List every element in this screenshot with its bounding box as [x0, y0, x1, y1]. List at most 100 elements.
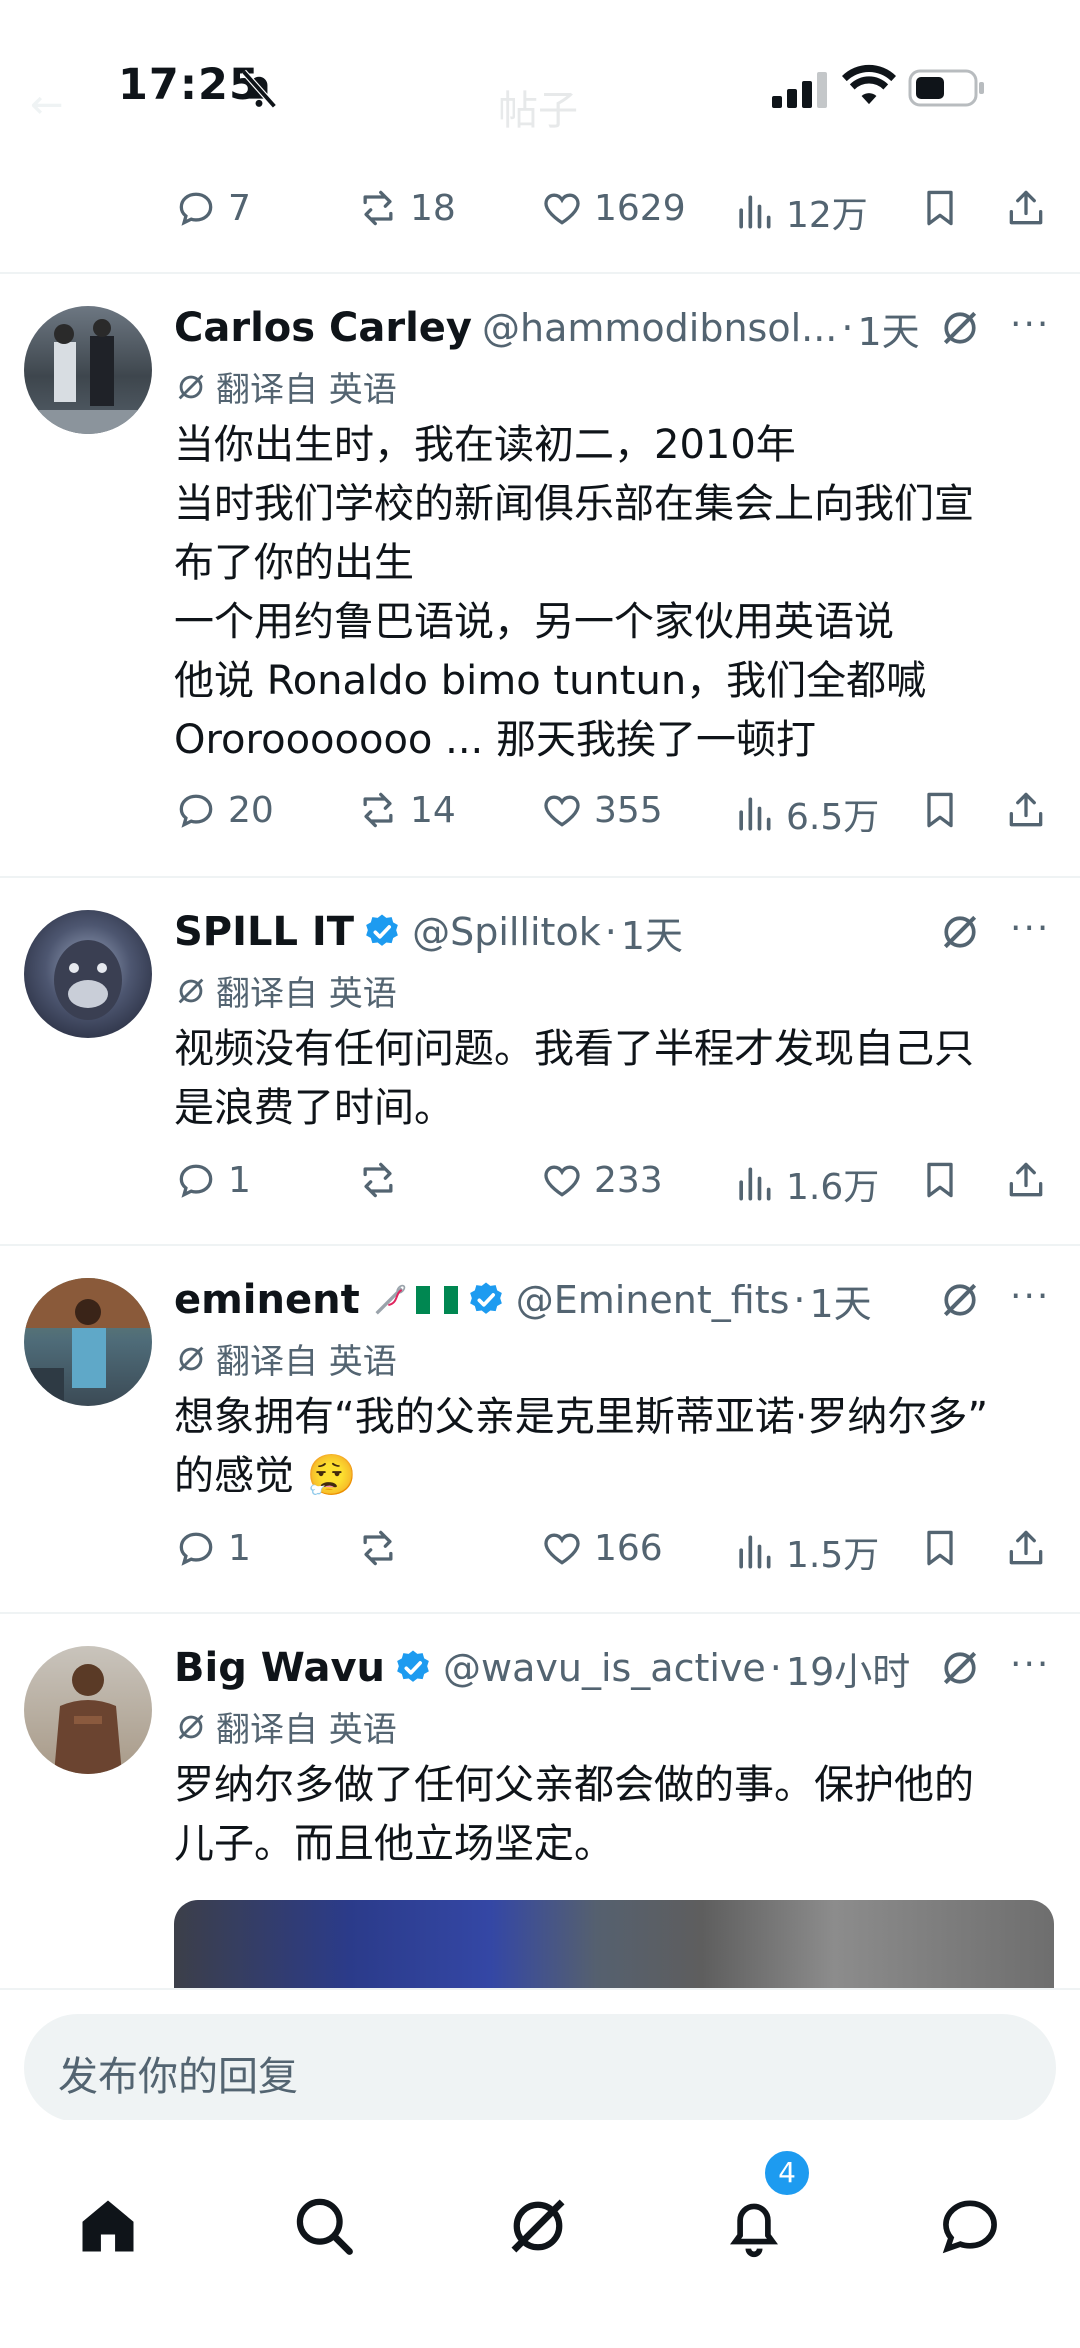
display-name[interactable]: SPILL IT: [174, 909, 354, 955]
user-handle[interactable]: @wavu_is_active: [443, 1646, 766, 1690]
bookmark-button[interactable]: [918, 1526, 962, 1570]
reply-placeholder: 发布你的回复: [58, 2054, 298, 2100]
messages-icon[interactable]: [936, 2192, 1004, 2260]
tweet-line: 罗纳尔多做了任何父亲都会做的事。保护他的: [174, 1762, 974, 1808]
translation-label: 翻译自 英语: [174, 362, 397, 411]
translation-text: 翻译自 英语: [216, 370, 397, 410]
tweet-line: 当时我们学校的新闻俱乐部在集会上向我们宣: [174, 481, 974, 527]
tweet-spill-it[interactable]: SPILL IT @Spillitok · 1天 ··· 翻译自 英语 视频没有…: [0, 904, 1080, 1234]
share-button[interactable]: [1004, 788, 1048, 832]
reply-button[interactable]: 20: [174, 788, 274, 832]
grok-icon[interactable]: [938, 910, 982, 954]
reply-icon: [179, 1164, 213, 1198]
back-arrow-icon[interactable]: ←: [30, 82, 64, 128]
tweet-header: eminent @Eminent_fits · 1天: [174, 1272, 872, 1328]
user-handle[interactable]: @hammodibnsol...: [482, 306, 837, 350]
share-button[interactable]: [1004, 1158, 1048, 1202]
reply-composer: 发布你的回复: [0, 1988, 1080, 2122]
reply-button[interactable]: 7: [174, 186, 251, 230]
notifications-bell-icon[interactable]: [720, 2192, 788, 2260]
bookmark-button[interactable]: [918, 1158, 962, 1202]
tweet-carlos-carley[interactable]: Carlos Carley @hammodibnsol... · 1天 ··· …: [0, 300, 1080, 860]
avatar[interactable]: [24, 306, 152, 434]
views-button[interactable]: 12万: [732, 186, 868, 238]
tweet-line: 视频没有任何问题。我看了半程才发现自己只: [174, 1026, 974, 1072]
views-count: 1.5万: [786, 1535, 880, 1576]
more-options-icon[interactable]: ···: [1010, 1644, 1050, 1685]
repost-button[interactable]: [356, 1158, 400, 1202]
reply-count: 7: [228, 187, 251, 229]
more-options-icon[interactable]: ···: [1010, 304, 1050, 345]
tweet-line: 当你出生时，我在读初二，2010年: [174, 422, 796, 468]
verified-badge-icon: [469, 1282, 502, 1314]
bottom-nav: [0, 2120, 1080, 2348]
views-button[interactable]: 1.6万: [732, 1158, 879, 1210]
repost-icon: [363, 792, 393, 828]
repost-icon: [363, 1162, 393, 1198]
more-options-icon[interactable]: ···: [1010, 1276, 1050, 1317]
display-name[interactable]: Big Wavu: [174, 1645, 385, 1691]
repost-icon: [363, 190, 393, 226]
translation-text: 翻译自 英语: [216, 1342, 397, 1382]
like-button[interactable]: 1629: [540, 186, 686, 230]
separator-dot: ·: [793, 1278, 806, 1322]
share-icon: [1009, 190, 1043, 225]
search-icon[interactable]: [290, 2192, 358, 2260]
user-handle[interactable]: @Eminent_fits: [516, 1278, 790, 1322]
reply-input[interactable]: 发布你的回复: [24, 2014, 1056, 2122]
notifications-badge: 4: [762, 2148, 812, 2198]
bookmark-icon: [927, 190, 953, 226]
grok-icon[interactable]: [938, 306, 982, 350]
reply-count: 20: [228, 789, 274, 831]
avatar[interactable]: [24, 1646, 152, 1774]
display-name[interactable]: eminent: [174, 1277, 360, 1323]
tweet-line: 一个用约鲁巴语说，另一个家伙用英语说: [174, 599, 894, 645]
translate-icon: [178, 1346, 204, 1371]
views-chart-icon: [739, 195, 771, 229]
user-handle[interactable]: @Spillitok: [412, 910, 601, 954]
grok-icon[interactable]: [938, 1278, 982, 1322]
tweet-text: 当你出生时，我在读初二，2010年 当时我们学校的新闻俱乐部在集会上向我们宣 布…: [174, 416, 1044, 770]
bell-muted-icon: [241, 69, 277, 109]
like-button[interactable]: 233: [540, 1158, 663, 1202]
grok-icon[interactable]: [938, 1646, 982, 1690]
like-button[interactable]: 166: [540, 1526, 663, 1570]
tweet-line: 布了你的出生: [174, 540, 414, 586]
timestamp[interactable]: 1天: [810, 1273, 872, 1328]
share-icon: [1009, 1530, 1043, 1565]
bookmark-icon: [927, 1162, 953, 1198]
display-name[interactable]: Carlos Carley: [174, 305, 472, 351]
like-count: 355: [594, 789, 663, 831]
views-count: 1.6万: [786, 1167, 880, 1208]
views-button[interactable]: 1.5万: [732, 1526, 879, 1578]
tweet-line: 是浪费了时间。: [174, 1085, 454, 1131]
reply-button[interactable]: 1: [174, 1526, 251, 1570]
bookmark-button[interactable]: [918, 788, 962, 832]
share-button[interactable]: [1004, 1526, 1048, 1570]
reply-button[interactable]: 1: [174, 1158, 251, 1202]
timestamp[interactable]: 19小时: [786, 1641, 910, 1696]
bookmark-button[interactable]: [918, 186, 962, 230]
repost-button[interactable]: [356, 1526, 400, 1570]
avatar[interactable]: [24, 1278, 152, 1406]
tweet-eminent[interactable]: eminent @Eminent_fits · 1天 ··· 翻译自 英语 想象…: [0, 1272, 1080, 1602]
separator-dot: ·: [769, 1646, 782, 1690]
repost-button[interactable]: 14: [356, 788, 456, 832]
timestamp[interactable]: 1天: [621, 905, 683, 960]
views-chart-icon: [739, 797, 771, 831]
repost-icon: [363, 1530, 393, 1566]
home-icon[interactable]: [74, 2192, 142, 2260]
repost-count: 18: [410, 187, 456, 229]
share-button[interactable]: [1004, 186, 1048, 230]
tweet-media-image[interactable]: [174, 1900, 1054, 2000]
more-options-icon[interactable]: ···: [1010, 908, 1050, 949]
avatar[interactable]: [24, 910, 152, 1038]
timestamp[interactable]: 1天: [857, 301, 919, 356]
grok-icon[interactable]: [504, 2192, 572, 2260]
heart-icon: [544, 1165, 580, 1197]
repost-button[interactable]: 18: [356, 186, 456, 230]
verified-badge-icon: [397, 1650, 429, 1682]
views-button[interactable]: 6.5万: [732, 788, 879, 840]
like-button[interactable]: 355: [540, 788, 663, 832]
tweet-actions: 20 14 355 6.5万: [170, 788, 1050, 848]
